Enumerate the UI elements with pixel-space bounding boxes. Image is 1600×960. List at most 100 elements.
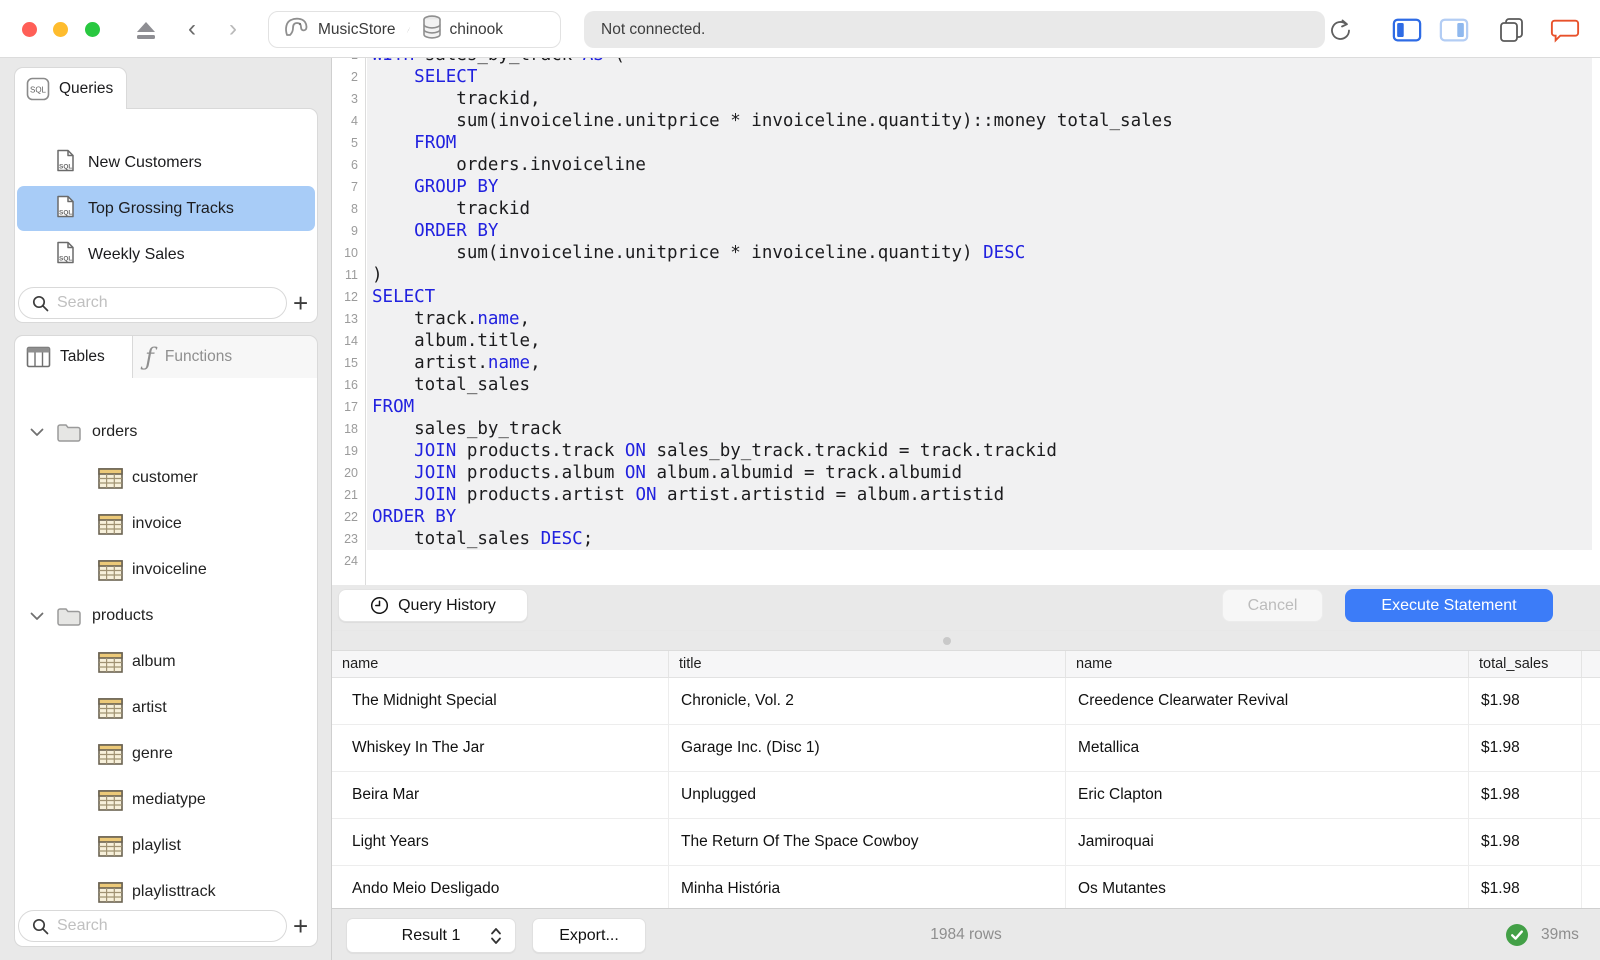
table-item-customer[interactable]: customer	[15, 455, 315, 501]
clock-icon	[371, 596, 389, 615]
feedback-chat-icon[interactable]	[1550, 17, 1580, 43]
query-history-button[interactable]: Query History	[338, 589, 528, 622]
result-cell-spacer	[1581, 819, 1600, 865]
back-button[interactable]: ‹	[188, 15, 196, 43]
execute-statement-button[interactable]: Execute Statement	[1345, 589, 1553, 622]
result-cell[interactable]: Chronicle, Vol. 2	[668, 678, 1065, 724]
table-item-playlist[interactable]: playlist	[15, 823, 315, 869]
result-cell[interactable]: Metallica	[1065, 725, 1468, 771]
query-item-weekly-sales[interactable]: SQL Weekly Sales	[17, 232, 315, 277]
splitter-handle[interactable]	[943, 637, 951, 645]
database-icon	[421, 14, 443, 45]
code-line: orders.invoiceline	[372, 155, 646, 175]
results-header-row[interactable]: name title name total_sales	[332, 650, 1600, 678]
windows-icon[interactable]	[1497, 17, 1527, 43]
folder-label: products	[92, 607, 154, 624]
code-line: GROUP BY	[414, 177, 499, 197]
chevron-down-icon[interactable]	[30, 428, 44, 437]
code-line: ORDER BY	[414, 221, 499, 241]
tab-functions[interactable]: ƒ Functions	[145, 341, 315, 373]
toggle-right-sidebar-icon[interactable]	[1439, 17, 1469, 43]
schema-folder-products[interactable]: products	[15, 593, 315, 639]
minimize-window-button[interactable]	[53, 22, 68, 37]
result-row[interactable]: Ando Meio Desligado Minha História Os Muta…	[332, 866, 1600, 908]
elephant-icon	[281, 14, 311, 45]
breadcrumb-server[interactable]: MusicStore	[269, 12, 408, 47]
add-table-button[interactable]: +	[293, 913, 308, 939]
result-cell[interactable]: $1.98	[1468, 725, 1581, 771]
result-cell[interactable]: Light Years	[332, 819, 668, 865]
refresh-icon[interactable]	[1325, 17, 1355, 43]
result-cell[interactable]: $1.98	[1468, 772, 1581, 818]
schema-folder-orders[interactable]: orders	[15, 409, 315, 455]
table-item-genre[interactable]: genre	[15, 731, 315, 777]
zoom-window-button[interactable]	[85, 22, 100, 37]
result-cell[interactable]: Ando Meio Desligado	[332, 866, 668, 908]
column-header-title[interactable]: title	[668, 651, 1065, 677]
result-cell[interactable]: Os Mutantes	[1065, 866, 1468, 908]
result-cell[interactable]: The Return Of The Space Cowboy	[668, 819, 1065, 865]
line-number: 6	[351, 158, 358, 172]
toggle-left-sidebar-icon[interactable]	[1392, 17, 1422, 43]
table-item-album[interactable]: album	[15, 639, 315, 685]
table-item-mediatype[interactable]: mediatype	[15, 777, 315, 823]
forward-button[interactable]: ›	[229, 15, 237, 43]
sql-editor[interactable]: 123456789101112131415161718192021222324 …	[332, 58, 1600, 585]
result-cell[interactable]: $1.98	[1468, 678, 1581, 724]
column-header-total_sales[interactable]: total_sales	[1468, 651, 1581, 677]
table-label: invoiceline	[132, 561, 207, 578]
code-line: artist.name,	[372, 353, 541, 373]
result-cell[interactable]: Eric Clapton	[1065, 772, 1468, 818]
result-cell[interactable]: Unplugged	[668, 772, 1065, 818]
table-item-invoiceline[interactable]: invoiceline	[15, 547, 315, 593]
table-item-artist[interactable]: artist	[15, 685, 315, 731]
result-cell[interactable]: Minha História	[668, 866, 1065, 908]
result-cell[interactable]: Jamiroquai	[1065, 819, 1468, 865]
result-cell[interactable]: Garage Inc. (Disc 1)	[668, 725, 1065, 771]
query-item-new-customers[interactable]: SQL New Customers	[17, 140, 315, 185]
tab-tables[interactable]: Tables	[14, 335, 133, 378]
result-row[interactable]: Light Years The Return Of The Space Cowbo…	[332, 819, 1600, 866]
line-number: 2	[351, 70, 358, 84]
code-line: SELECT	[414, 67, 478, 87]
line-number: 4	[351, 114, 358, 128]
queries-search-field[interactable]	[18, 287, 287, 319]
column-header-name[interactable]: name	[1065, 651, 1468, 677]
results-rows[interactable]: The Midnight Special Chronicle, Vol. 2 Cre…	[332, 678, 1600, 908]
code-line: trackid,	[372, 89, 541, 109]
breadcrumb-database-label: chinook	[449, 20, 503, 38]
cancel-button[interactable]: Cancel	[1222, 589, 1323, 622]
tables-search-input[interactable]	[57, 917, 257, 935]
result-cell[interactable]: Creedence Clearwater Revival	[1065, 678, 1468, 724]
connection-status: Not connected.	[584, 11, 1325, 48]
table-item-invoice[interactable]: invoice	[15, 501, 315, 547]
add-query-button[interactable]: +	[293, 290, 308, 316]
svg-text:SQL: SQL	[59, 163, 72, 170]
disconnect-eject-icon[interactable]	[131, 17, 161, 43]
svg-text:SQL: SQL	[59, 209, 72, 216]
chevron-down-icon[interactable]	[30, 612, 44, 621]
result-row[interactable]: Beira Mar Unplugged Eric Clapton $1.98	[332, 772, 1600, 819]
table-label: playlisttrack	[132, 883, 216, 900]
result-cell[interactable]: The Midnight Special	[332, 678, 668, 724]
result-row[interactable]: The Midnight Special Chronicle, Vol. 2 Cre…	[332, 678, 1600, 725]
close-window-button[interactable]	[22, 22, 37, 37]
tables-search-field[interactable]	[18, 910, 287, 942]
code-line: sales_by_track	[372, 419, 562, 439]
result-cell[interactable]: $1.98	[1468, 866, 1581, 908]
line-number: 24	[344, 554, 358, 568]
result-cell[interactable]: Beira Mar	[332, 772, 668, 818]
result-cell[interactable]: Whiskey In The Jar	[332, 725, 668, 771]
tab-queries[interactable]: SQL Queries	[14, 67, 127, 109]
table-item-playlisttrack[interactable]: playlisttrack	[15, 869, 315, 915]
result-cell[interactable]: $1.98	[1468, 819, 1581, 865]
line-number: 21	[344, 488, 358, 502]
query-item-top-grossing-tracks[interactable]: SQL Top Grossing Tracks	[17, 186, 315, 231]
result-row[interactable]: Whiskey In The Jar Garage Inc. (Disc 1) Me…	[332, 725, 1600, 772]
breadcrumb-database[interactable]: chinook	[409, 12, 515, 47]
column-header-name[interactable]: name	[332, 651, 668, 677]
queries-search-input[interactable]	[57, 294, 257, 312]
query-item-label: Top Grossing Tracks	[88, 199, 234, 217]
code-line: album.title,	[372, 331, 541, 351]
function-icon: ƒ	[145, 343, 154, 371]
